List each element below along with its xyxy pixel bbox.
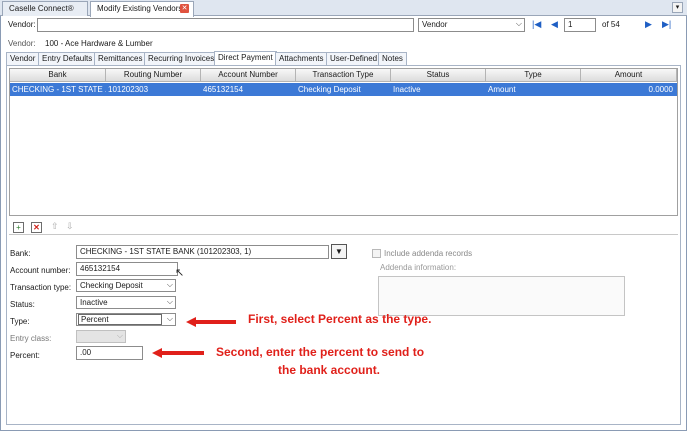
doc-tab-caselle-connect[interactable]: Caselle Connect® [2, 1, 88, 16]
doc-tab-label: Caselle Connect® [9, 4, 74, 13]
move-down-icon[interactable]: ⇩ [66, 221, 74, 232]
chevron-down-icon: ⌵ [166, 280, 173, 289]
annotation-first-step: First, select Percent as the type. [248, 312, 432, 326]
tab-label: Attachments [279, 54, 324, 63]
tab-label: Recurring Invoices [148, 54, 215, 63]
column-header-bank[interactable]: Bank [10, 69, 106, 82]
tab-label: Entry Defaults [42, 54, 93, 63]
grid-cell-bank[interactable]: CHECKING - 1ST STATE ... [10, 83, 106, 96]
grid-cell-amount[interactable]: 0.0000 [581, 83, 677, 96]
percent-field[interactable]: .00 [76, 346, 143, 360]
tab-direct-payment[interactable]: Direct Payment [214, 51, 277, 65]
mouse-cursor-icon: ↖ [175, 267, 185, 279]
status-select[interactable]: Inactive ⌵ [76, 296, 176, 309]
tab-label: User-Defined [330, 54, 378, 63]
tab-recurring-invoices[interactable]: Recurring Invoices [144, 52, 219, 65]
vendor-search-input[interactable] [37, 18, 414, 32]
tab-vendor[interactable]: Vendor [6, 52, 40, 65]
addenda-info-textarea[interactable] [378, 276, 625, 316]
tab-menu-dropdown-icon[interactable]: ▾ [672, 2, 683, 13]
grid-cell-account-number[interactable]: 465132154 [201, 83, 296, 96]
include-addenda-label: Include addenda records [384, 249, 473, 258]
doc-tab-label: Modify Existing Vendors [97, 4, 183, 13]
doc-tab-modify-vendors[interactable]: Modify Existing Vendors ✕ [90, 1, 194, 17]
tab-label: Remittances [98, 54, 143, 63]
record-number-input[interactable]: 1 [564, 18, 596, 32]
close-tab-icon[interactable]: ✕ [180, 4, 189, 13]
annotation-arrow-type [186, 317, 236, 327]
status-value: Inactive [80, 298, 108, 307]
type-value: Percent [78, 314, 162, 325]
include-addenda-checkbox[interactable] [372, 249, 381, 258]
bank-dropdown-button[interactable]: ▼ [331, 244, 347, 259]
column-header-routing-number[interactable]: Routing Number [106, 69, 201, 82]
search-by-select[interactable]: Vendor ⌵ [418, 18, 525, 32]
account-number-field[interactable]: 465132154 [76, 262, 178, 276]
vendor-info-value: 100 - Ace Hardware & Lumber [45, 39, 153, 48]
tab-notes[interactable]: Notes [378, 52, 407, 65]
addenda-info-label: Addenda information: [380, 263, 457, 272]
transaction-type-label: Transaction type: [10, 283, 72, 292]
column-header-amount[interactable]: Amount [581, 69, 677, 82]
delete-row-icon[interactable]: ✕ [31, 222, 42, 233]
vendor-search-label: Vendor: [8, 20, 36, 29]
tab-user-defined[interactable]: User-Defined [326, 52, 382, 65]
status-label: Status: [10, 300, 35, 309]
transaction-type-select[interactable]: Checking Deposit ⌵ [76, 279, 176, 292]
tab-label: Vendor [10, 54, 36, 63]
entry-class-label: Entry class: [10, 334, 52, 343]
column-header-status[interactable]: Status [391, 69, 486, 82]
tab-remittances[interactable]: Remittances [94, 52, 147, 65]
vendor-info-label: Vendor: [8, 39, 36, 48]
last-record-icon[interactable]: ▶| [662, 19, 671, 30]
bank-select[interactable]: CHECKING - 1ST STATE BANK (101202303, 1) [76, 245, 329, 259]
grid-cell-type[interactable]: Amount [486, 83, 581, 96]
previous-record-icon[interactable]: ◀ [551, 19, 558, 30]
grid-cell-status[interactable]: Inactive [391, 83, 486, 96]
chevron-down-icon: ⌵ [166, 314, 173, 323]
type-select[interactable]: Percent ⌵ [76, 313, 176, 326]
transaction-type-value: Checking Deposit [80, 281, 143, 290]
annotation-arrow-percent [152, 348, 204, 358]
caret-down-icon: ▼ [335, 247, 343, 256]
first-record-icon[interactable]: |◀ [532, 19, 541, 30]
search-by-value: Vendor [422, 20, 448, 29]
bank-label: Bank: [10, 249, 31, 258]
entry-class-select[interactable]: ⌵ [76, 330, 126, 343]
chevron-down-icon: ⌵ [116, 331, 123, 340]
grid-cell-routing-number[interactable]: 101202303 [106, 83, 201, 96]
tab-label: Notes [382, 54, 403, 63]
record-count: of 54 [602, 20, 620, 29]
add-row-icon[interactable]: + [13, 222, 24, 233]
tab-entry-defaults[interactable]: Entry Defaults [38, 52, 97, 65]
annotation-second-step-line2: the bank account. [278, 363, 381, 377]
column-header-account-number[interactable]: Account Number [201, 69, 296, 82]
account-number-label: Account number: [10, 266, 71, 275]
grid-cell-transaction-type[interactable]: Checking Deposit [296, 83, 391, 96]
chevron-down-icon: ⌵ [515, 19, 522, 28]
percent-label: Percent: [10, 351, 40, 360]
column-header-type[interactable]: Type [486, 69, 581, 82]
tab-label: Direct Payment [218, 53, 273, 62]
annotation-second-step-line1: Second, enter the percent to send to [216, 345, 425, 359]
chevron-down-icon: ⌵ [166, 297, 173, 306]
grid-toolbar [9, 219, 678, 235]
tab-attachments[interactable]: Attachments [275, 52, 328, 65]
next-record-icon[interactable]: ▶ [645, 19, 652, 30]
move-up-icon[interactable]: ⇧ [51, 221, 59, 232]
column-header-transaction-type[interactable]: Transaction Type [296, 69, 391, 82]
type-label: Type: [10, 317, 30, 326]
